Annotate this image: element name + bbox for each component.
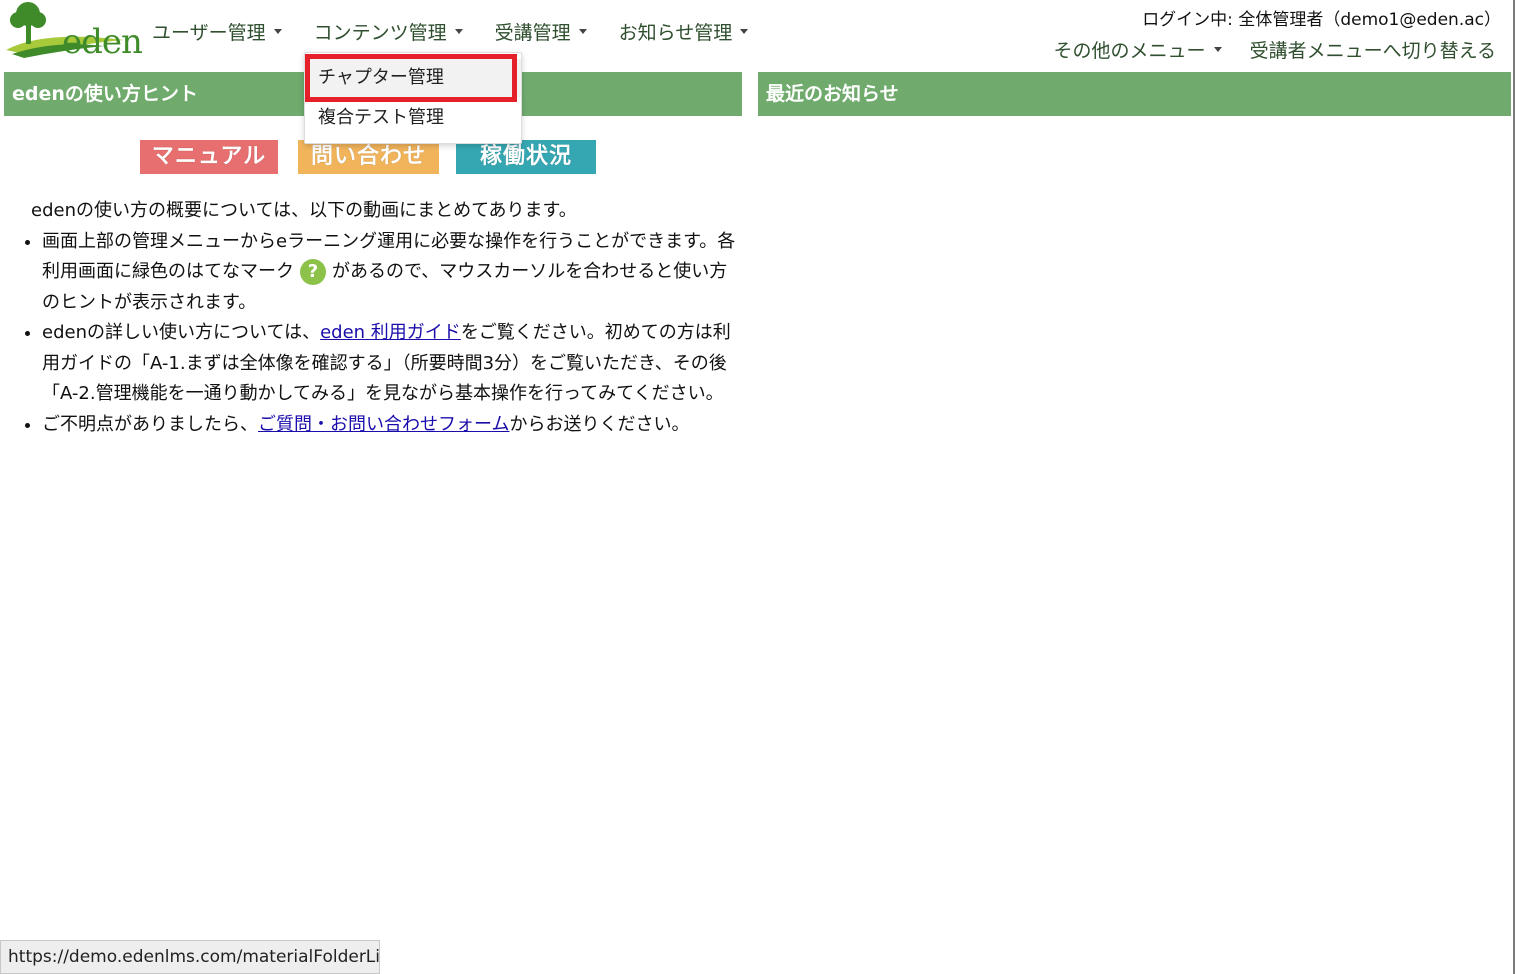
caret-down-icon — [740, 28, 749, 34]
main-nav: ユーザー管理 コンテンツ管理 受講管理 お知らせ管理 — [152, 17, 780, 45]
list-item: edenの詳しい使い方については、eden 利用ガイドをご覧ください。初めての方… — [42, 318, 740, 410]
hints-list: 画面上部の管理メニューからeラーニング運用に必要な操作を行うことができます。各利… — [20, 227, 740, 441]
eden-logo[interactable]: eden — [4, 0, 143, 62]
caret-down-icon — [578, 28, 587, 34]
logo-text: eden — [62, 22, 143, 62]
notices-panel-title: 最近のお知らせ — [758, 72, 1511, 116]
caret-down-icon — [273, 28, 282, 34]
caret-down-icon — [454, 28, 463, 34]
list-item: 画面上部の管理メニューからeラーニング運用に必要な操作を行うことができます。各利… — [42, 227, 740, 319]
status-button[interactable]: 稼働状況 — [456, 140, 596, 174]
other-menu-dropdown[interactable]: その他のメニュー — [1054, 36, 1222, 63]
nav-notice-management[interactable]: お知らせ管理 — [619, 17, 749, 45]
right-menus: その他のメニュー 受講者メニューへ切り替える — [1026, 36, 1496, 63]
list-item: ご不明点がありましたら、ご質問・お問い合わせフォームからお送りください。 — [42, 410, 740, 441]
hints-content: edenの使い方の概要については、以下の動画にまとめてあります。 画面上部の管理… — [20, 196, 740, 440]
nav-user-management[interactable]: ユーザー管理 — [152, 17, 282, 45]
intro-text: edenの使い方の概要については、以下の動画にまとめてあります。 — [31, 200, 577, 221]
manual-button[interactable]: マニュアル — [140, 140, 278, 174]
menu-item-chapter-management[interactable]: チャプター管理 — [305, 59, 521, 97]
switch-to-learner-menu-link[interactable]: 受講者メニューへ切り替える — [1250, 36, 1496, 63]
link-status-bar: https://demo.edenlms.com/materialFolderL… — [0, 940, 380, 974]
content-management-dropdown: チャプター管理 複合テスト管理 — [304, 52, 522, 144]
inquiry-form-link[interactable]: ご質問・お問い合わせフォーム — [258, 414, 509, 435]
nav-content-management[interactable]: コンテンツ管理 — [314, 17, 463, 45]
menu-item-compound-test-management[interactable]: 複合テスト管理 — [305, 99, 521, 137]
caret-down-icon — [1213, 47, 1222, 52]
usage-guide-link[interactable]: eden 利用ガイド — [320, 322, 461, 343]
nav-course-management[interactable]: 受講管理 — [495, 17, 587, 45]
login-info: ログイン中: 全体管理者（demo1@eden.ac） — [1142, 10, 1501, 30]
help-question-icon: ? — [300, 259, 326, 285]
contact-button[interactable]: 問い合わせ — [298, 140, 439, 174]
